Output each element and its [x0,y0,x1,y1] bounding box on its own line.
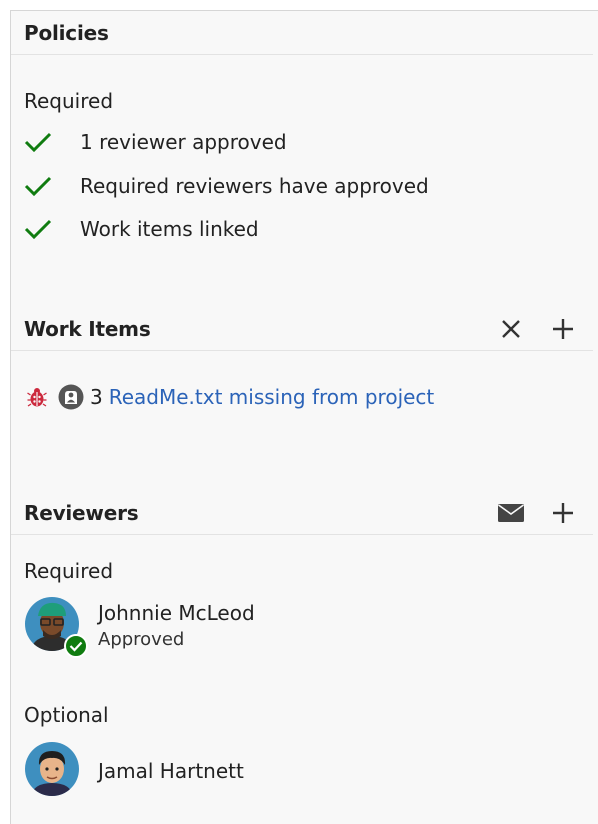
reviewer-info: Johnnie McLeod Approved [98,599,255,653]
checkmark-icon [24,171,54,201]
work-items-header: Work Items [11,307,593,351]
policy-item: Required reviewers have approved [24,171,429,201]
add-work-item-button[interactable] [549,315,577,343]
bug-icon [24,384,50,410]
reviewers-actions [497,499,581,527]
reviewer-info: Jamal Hartnett [98,757,244,785]
pull-request-sidebar: Policies Required 1 reviewer approved Re… [10,10,598,824]
remove-work-item-button[interactable] [497,315,525,343]
reviewer-name: Johnnie McLeod [98,601,255,625]
policy-item: 1 reviewer approved [24,127,287,157]
checkmark-icon [24,214,54,244]
add-reviewer-button[interactable] [549,499,577,527]
policy-text: 1 reviewer approved [80,130,287,154]
work-items-actions [497,315,581,343]
reviewers-required-label: Required [24,559,114,583]
reviewers-header: Reviewers [11,491,593,535]
work-item-row[interactable]: 3 ReadMe.txt missing from project [24,381,434,413]
policies-header: Policies [11,11,593,55]
policy-item: Work items linked [24,214,259,244]
policies-title: Policies [24,20,109,45]
reviewers-title: Reviewers [24,500,139,525]
approved-badge-icon [64,634,88,662]
reviewer-item[interactable]: Johnnie McLeod Approved [24,596,255,658]
reviewer-item[interactable]: Jamal Hartnett [24,741,244,801]
email-reviewers-button[interactable] [497,499,525,527]
reviewer-name: Jamal Hartnett [98,759,244,783]
avatar [24,741,84,801]
assigned-person-icon [58,384,84,410]
avatar [24,596,88,658]
reviewer-vote-status: Approved [98,629,185,650]
plus-icon [553,318,573,339]
policy-text: Required reviewers have approved [80,174,429,198]
checkmark-icon [24,127,54,157]
work-item-link[interactable]: ReadMe.txt missing from project [109,385,435,409]
work-item-id: 3 [90,385,103,409]
policy-text: Work items linked [80,217,259,241]
mail-icon [498,503,524,522]
reviewers-optional-label: Optional [24,703,109,727]
plus-icon [553,502,573,523]
policies-required-label: Required [24,89,114,113]
close-icon [502,319,520,338]
work-items-title: Work Items [24,316,151,341]
